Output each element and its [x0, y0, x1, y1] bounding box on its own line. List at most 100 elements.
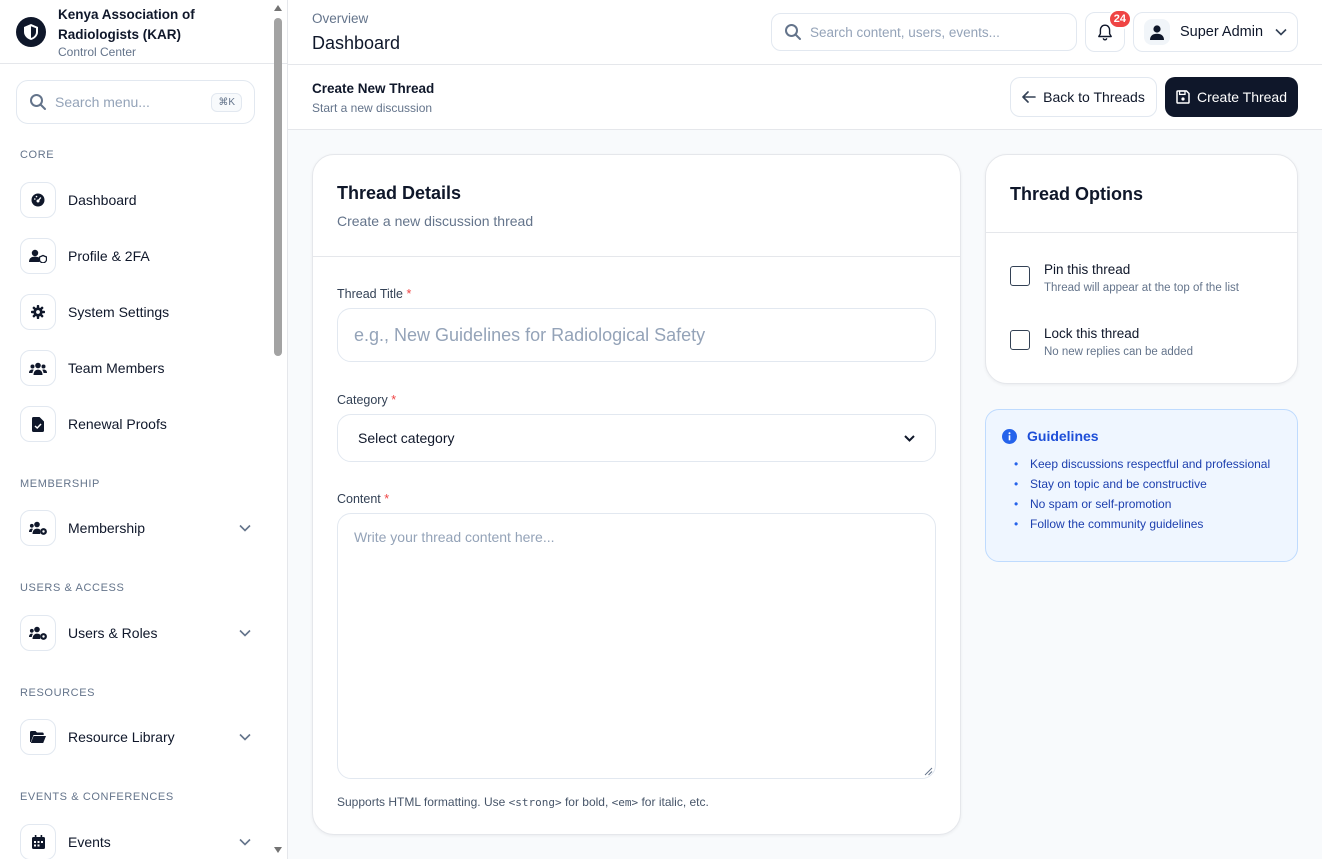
info-icon	[1002, 428, 1017, 444]
category-selected-value: Select category	[358, 430, 455, 446]
pin-thread-option[interactable]: Pin this thread Thread will appear at th…	[1010, 262, 1239, 294]
formatting-hint: Supports HTML formatting. Use <strong> f…	[337, 795, 709, 809]
sidebar-item-label: Renewal Proofs	[68, 416, 167, 432]
scrollbar-thumb[interactable]	[274, 18, 282, 356]
content-textarea[interactable]: Write your thread content here...	[337, 513, 936, 779]
sidebar-search[interactable]: Search menu... ⌘K	[16, 80, 255, 124]
chevron-down-icon	[238, 730, 252, 744]
back-button-label: Back to Threads	[1043, 89, 1145, 105]
sidebar-scrollbar[interactable]	[273, 0, 283, 859]
scroll-up-icon[interactable]	[274, 4, 282, 12]
section-events: EVENTS & CONFERENCES	[20, 791, 174, 803]
global-search-input[interactable]: Search content, users, events...	[771, 13, 1077, 51]
sidebar-item-resource-library[interactable]: Resource Library	[20, 719, 256, 755]
thread-title-label-text: Thread Title	[337, 287, 404, 301]
sidebar-item-membership[interactable]: Membership	[20, 510, 256, 546]
gauge-icon	[20, 182, 56, 218]
sidebar-item-label: Users & Roles	[68, 625, 158, 641]
thread-options-card: Thread Options Pin this thread Thread wi…	[985, 154, 1298, 384]
chevron-down-icon	[238, 626, 252, 640]
section-core: CORE	[20, 149, 55, 161]
required-mark: *	[391, 393, 397, 407]
org-name: Kenya Association of Radiologists (KAR)	[58, 6, 195, 42]
card-title: Thread Details	[337, 183, 462, 203]
sidebar-item-system-settings[interactable]: System Settings	[20, 294, 256, 330]
calendar-icon	[20, 824, 56, 859]
guideline-item: Follow the community guidelines	[1002, 516, 1281, 532]
required-mark: *	[384, 492, 390, 506]
hint-suffix: for italic, etc.	[638, 795, 709, 809]
lock-thread-label: Lock this thread	[1044, 326, 1140, 341]
chevron-down-icon	[904, 434, 915, 442]
shield-logo-icon	[16, 16, 46, 47]
users-gear-icon	[20, 615, 56, 651]
page-header: Create New Thread Start a new discussion…	[288, 65, 1322, 130]
page-subtitle: Start a new discussion	[312, 101, 433, 115]
required-mark: *	[406, 287, 412, 301]
sidebar-item-label: Resource Library	[68, 729, 175, 745]
arrow-left-icon	[1022, 91, 1036, 103]
sidebar-item-renewal-proofs[interactable]: Renewal Proofs	[20, 406, 256, 442]
card-subtitle: Create a new discussion thread	[337, 213, 534, 229]
sidebar-item-label: Profile & 2FA	[68, 248, 150, 264]
sidebar-item-users-roles[interactable]: Users & Roles	[20, 615, 256, 651]
sidebar-item-label: Membership	[68, 520, 146, 536]
content-label-text: Content	[337, 492, 381, 506]
avatar	[1144, 19, 1170, 45]
user-menu-button[interactable]: Super Admin	[1133, 12, 1298, 52]
global-search-placeholder: Search content, users, events...	[810, 24, 1000, 40]
user-name: Super Admin	[1180, 24, 1264, 40]
notifications-button[interactable]: 24	[1085, 9, 1132, 52]
sidebar-item-dashboard[interactable]: Dashboard	[20, 182, 256, 218]
guidelines-list: Keep discussions respectful and professi…	[1002, 456, 1281, 532]
category-label: Category *	[337, 393, 396, 407]
chevron-down-icon	[1275, 28, 1287, 36]
breadcrumb-parent[interactable]: Overview	[312, 11, 368, 26]
top-header: Overview Dashboard Search content, users…	[288, 0, 1322, 65]
search-shortcut: ⌘K	[211, 92, 242, 112]
users-gear-icon	[20, 510, 56, 546]
breadcrumb-current: Dashboard	[312, 33, 401, 53]
thread-title-label: Thread Title *	[337, 287, 411, 301]
chevron-down-icon	[238, 521, 252, 535]
sidebar-item-events[interactable]: Events	[20, 824, 256, 859]
gear-icon	[20, 294, 56, 330]
category-select[interactable]: Select category	[337, 414, 936, 462]
sidebar-item-label: System Settings	[68, 304, 170, 320]
section-membership: MEMBERSHIP	[20, 478, 100, 490]
guideline-item: Keep discussions respectful and professi…	[1002, 456, 1281, 472]
folder-open-icon	[20, 719, 56, 755]
resize-handle-icon[interactable]	[924, 767, 933, 776]
lock-thread-option[interactable]: Lock this thread No new replies can be a…	[1010, 326, 1193, 358]
user-shield-icon	[20, 238, 56, 274]
user-icon	[1150, 24, 1164, 40]
sidebar-item-label: Events	[68, 834, 111, 850]
back-to-threads-button[interactable]: Back to Threads	[1010, 77, 1157, 117]
users-icon	[20, 350, 56, 386]
notification-count-badge: 24	[1107, 9, 1132, 29]
search-icon	[30, 94, 46, 110]
sidebar-item-team-members[interactable]: Team Members	[20, 350, 256, 386]
chevron-down-icon	[238, 835, 252, 849]
hint-strong-tag: <strong>	[508, 796, 562, 809]
guidelines-title: Guidelines	[1027, 428, 1099, 444]
content-placeholder: Write your thread content here...	[354, 529, 555, 545]
section-resources: RESOURCES	[20, 687, 96, 699]
thread-title-placeholder: e.g., New Guidelines for Radiological Sa…	[354, 324, 706, 345]
guidelines-panel: Guidelines Keep discussions respectful a…	[985, 409, 1298, 562]
category-label-text: Category	[337, 393, 388, 407]
scroll-down-icon[interactable]	[274, 846, 282, 854]
hint-em-tag: <em>	[611, 796, 639, 809]
sidebar-item-profile[interactable]: Profile & 2FA	[20, 238, 256, 274]
hint-mid: for bold,	[561, 795, 612, 809]
section-users-access: USERS & ACCESS	[20, 582, 125, 594]
guideline-item: Stay on topic and be constructive	[1002, 476, 1281, 492]
thread-title-input[interactable]: e.g., New Guidelines for Radiological Sa…	[337, 308, 936, 362]
lock-thread-description: No new replies can be added	[1044, 346, 1193, 358]
guideline-item: No spam or self-promotion	[1002, 496, 1281, 512]
file-check-icon	[20, 406, 56, 442]
create-thread-button[interactable]: Create Thread	[1165, 77, 1298, 117]
create-button-label: Create Thread	[1196, 89, 1287, 105]
pin-thread-checkbox[interactable]	[1010, 266, 1030, 286]
lock-thread-checkbox[interactable]	[1010, 330, 1030, 350]
